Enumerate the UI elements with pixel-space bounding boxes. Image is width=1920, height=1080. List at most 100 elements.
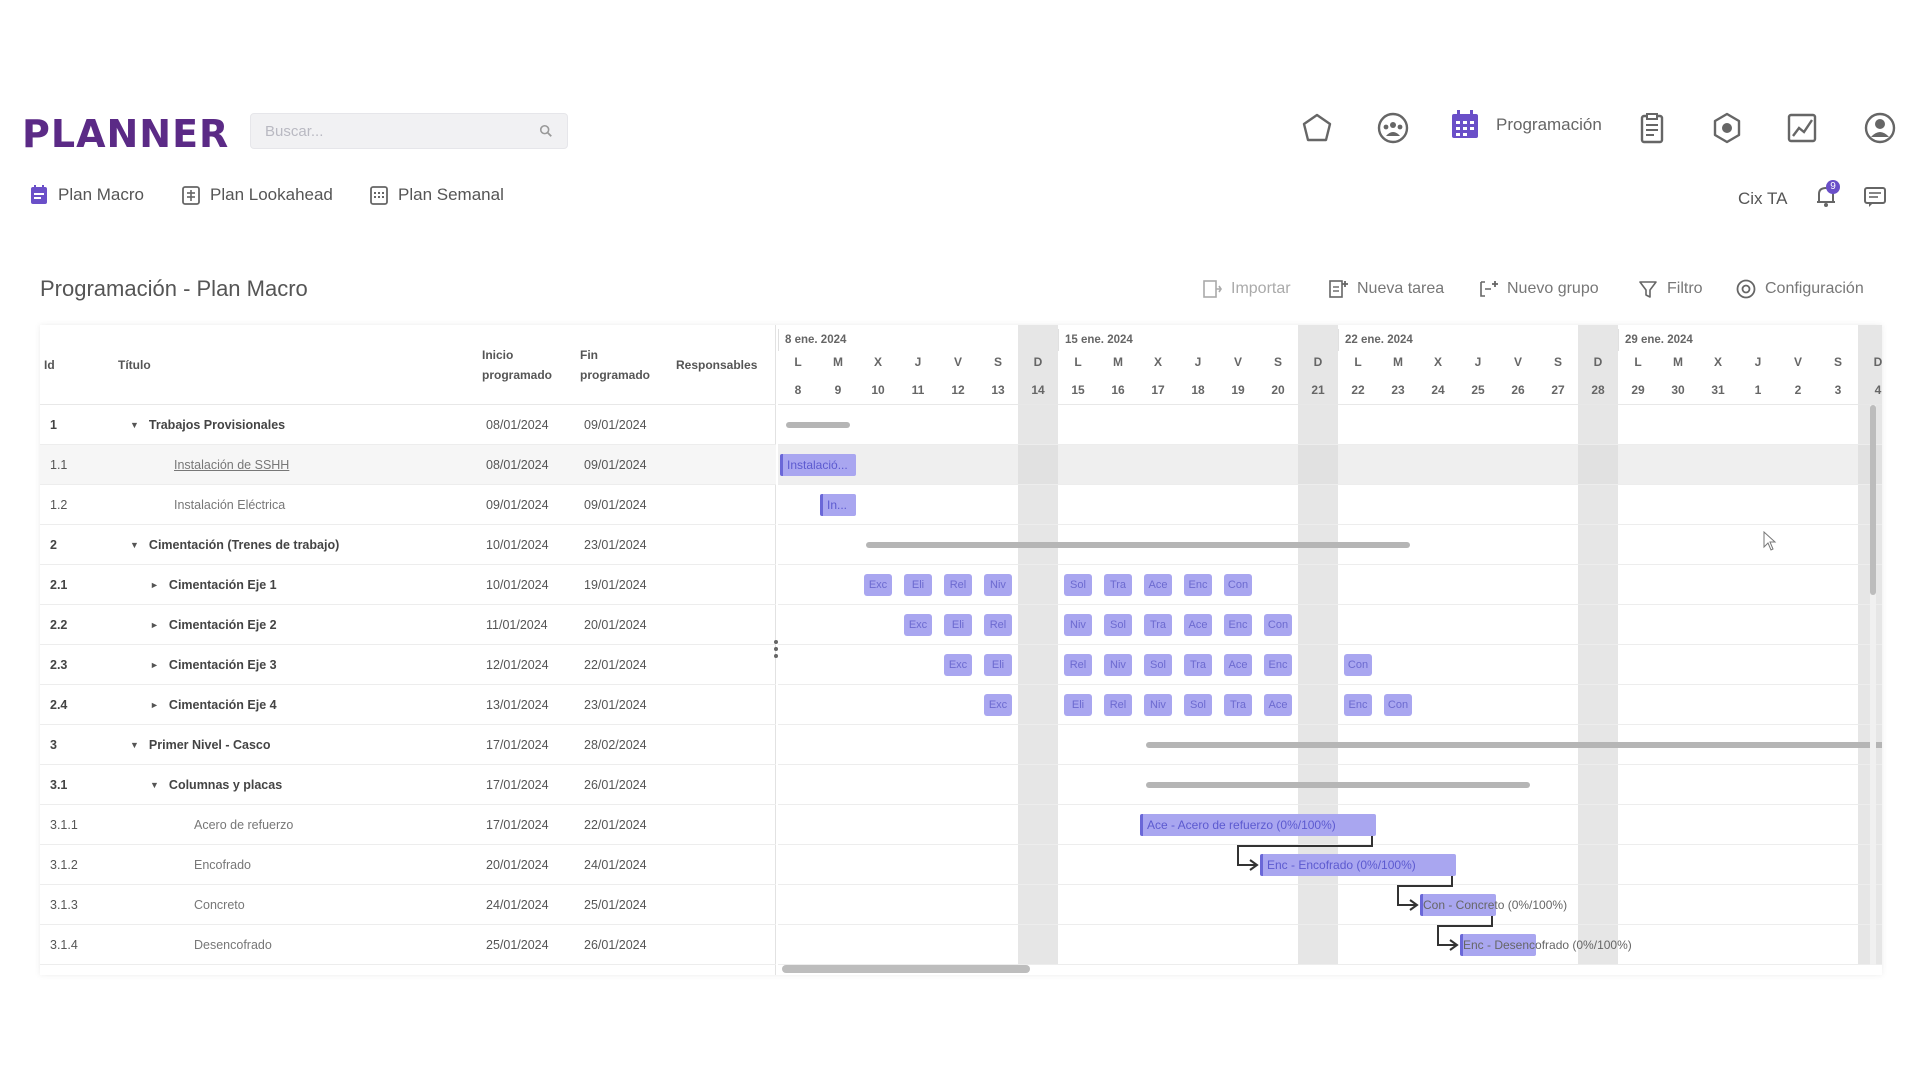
table-row[interactable]: 2.2 ► Cimentación Eje 2 11/01/2024 20/01/202… bbox=[40, 605, 776, 645]
collapse-toggle-icon[interactable]: ▼ bbox=[150, 780, 159, 790]
activity-chip[interactable]: Sol bbox=[1104, 614, 1132, 636]
clipboard-icon[interactable] bbox=[1632, 108, 1672, 148]
activity-chip[interactable]: Enc bbox=[1184, 574, 1212, 596]
activity-chip[interactable]: Tra bbox=[1144, 614, 1172, 636]
new-task-button[interactable]: Nueva tarea bbox=[1327, 278, 1444, 300]
activity-chip[interactable]: Niv bbox=[1144, 694, 1172, 716]
activity-chip[interactable]: Ace bbox=[1144, 574, 1172, 596]
vertical-scrollbar-thumb[interactable] bbox=[1870, 405, 1876, 595]
row-title-cell[interactable]: ▼ Primer Nivel - Casco bbox=[130, 725, 271, 765]
activity-chip[interactable]: Rel bbox=[1104, 694, 1132, 716]
table-row[interactable]: 3.1.4 Desencofrado 25/01/2024 26/01/2024 bbox=[40, 925, 776, 965]
activity-chip[interactable]: Con bbox=[1264, 614, 1292, 636]
horizontal-scrollbar[interactable] bbox=[782, 965, 1030, 973]
table-row[interactable]: 2 ▼ Cimentación (Trenes de trabajo) 10/01/2… bbox=[40, 525, 776, 565]
collapse-toggle-icon[interactable]: ▼ bbox=[130, 740, 139, 750]
settings-hex-icon[interactable] bbox=[1707, 108, 1747, 148]
activity-chip[interactable]: Niv bbox=[984, 574, 1012, 596]
task-bar[interactable]: Enc - Encofrado (0%/100%) bbox=[1260, 854, 1456, 876]
task-bar[interactable]: In... bbox=[820, 494, 856, 516]
activity-chip[interactable]: Sol bbox=[1184, 694, 1212, 716]
home-icon[interactable] bbox=[1297, 108, 1337, 148]
chat-icon[interactable] bbox=[1862, 184, 1888, 210]
filter-button[interactable]: Filtro bbox=[1637, 278, 1703, 300]
activity-chip[interactable]: Niv bbox=[1064, 614, 1092, 636]
activity-chip[interactable]: Rel bbox=[944, 574, 972, 596]
activity-chip[interactable]: Tra bbox=[1224, 694, 1252, 716]
activity-chip[interactable]: Rel bbox=[984, 614, 1012, 636]
row-title-cell[interactable]: ► Cimentación Eje 2 bbox=[150, 605, 277, 645]
activity-chip[interactable]: Sol bbox=[1064, 574, 1092, 596]
table-row[interactable]: 3 ▼ Primer Nivel - Casco 17/01/2024 28/02/20… bbox=[40, 725, 776, 765]
row-title-cell[interactable]: ▼ Trabajos Provisionales bbox=[130, 405, 285, 445]
table-row[interactable]: 3.1 ▼ Columnas y placas 17/01/2024 26/01/202… bbox=[40, 765, 776, 805]
activity-chip[interactable]: Ace bbox=[1224, 654, 1252, 676]
chart-icon[interactable] bbox=[1782, 108, 1822, 148]
activity-chip[interactable]: Rel bbox=[1064, 654, 1092, 676]
activity-chip[interactable]: Ace bbox=[1264, 694, 1292, 716]
summary-bar-2[interactable] bbox=[866, 542, 1410, 548]
app-logo[interactable]: PLANNER bbox=[22, 112, 229, 156]
import-button[interactable]: Importar bbox=[1201, 278, 1291, 300]
row-title-cell[interactable]: ▼ Columnas y placas bbox=[150, 765, 282, 805]
search-icon[interactable] bbox=[539, 124, 553, 138]
col-id-header[interactable]: Id bbox=[44, 325, 55, 405]
activity-chip[interactable]: Con bbox=[1384, 694, 1412, 716]
activity-chip[interactable]: Eli bbox=[984, 654, 1012, 676]
notifications-bell-icon[interactable]: 9 bbox=[1812, 180, 1840, 210]
activity-chip[interactable]: Con bbox=[1344, 654, 1372, 676]
activity-chip[interactable]: Sol bbox=[1144, 654, 1172, 676]
row-title[interactable]: Instalación de SSHH bbox=[174, 458, 289, 472]
collapse-toggle-icon[interactable]: ▼ bbox=[130, 420, 139, 430]
row-title-cell[interactable]: Acero de refuerzo bbox=[194, 805, 293, 845]
activity-chip[interactable]: Con bbox=[1224, 574, 1252, 596]
row-title-cell[interactable]: Instalación Eléctrica bbox=[174, 485, 285, 525]
table-row[interactable]: 3.1.3 Concreto 24/01/2024 25/01/2024 bbox=[40, 885, 776, 925]
row-title-cell[interactable]: Encofrado bbox=[194, 845, 251, 885]
row-title-cell[interactable]: ► Cimentación Eje 3 bbox=[150, 645, 277, 685]
task-bar[interactable]: Instalació... bbox=[780, 454, 856, 476]
activity-chip[interactable]: Exc bbox=[864, 574, 892, 596]
summary-bar-1[interactable] bbox=[786, 422, 850, 428]
expand-toggle-icon[interactable]: ► bbox=[150, 580, 159, 590]
activity-chip[interactable]: Exc bbox=[904, 614, 932, 636]
col-resp-header[interactable]: Responsables bbox=[676, 325, 757, 405]
row-title-cell[interactable]: ▼ Cimentación (Trenes de trabajo) bbox=[130, 525, 339, 565]
row-title-cell[interactable]: Instalación de SSHH bbox=[174, 445, 289, 485]
activity-chip[interactable]: Niv bbox=[1104, 654, 1132, 676]
activity-chip[interactable]: Enc bbox=[1224, 614, 1252, 636]
config-button[interactable]: Configuración bbox=[1735, 278, 1864, 300]
activity-chip[interactable]: Enc bbox=[1264, 654, 1292, 676]
table-row[interactable]: 3.1.1 Acero de refuerzo 17/01/2024 22/01/20… bbox=[40, 805, 776, 845]
task-bar[interactable]: Ace - Acero de refuerzo (0%/100%) bbox=[1140, 814, 1376, 836]
table-row[interactable]: 2.3 ► Cimentación Eje 3 12/01/2024 22/01/202… bbox=[40, 645, 776, 685]
activity-chip[interactable]: Enc bbox=[1344, 694, 1372, 716]
column-resize-handle[interactable] bbox=[774, 640, 778, 660]
new-group-button[interactable]: Nuevo grupo bbox=[1477, 278, 1599, 300]
col-title-header[interactable]: Título bbox=[118, 325, 151, 405]
search-input[interactable]: Buscar... bbox=[265, 123, 539, 140]
row-title-cell[interactable]: ► Cimentación Eje 1 bbox=[150, 565, 277, 605]
vertical-scrollbar[interactable] bbox=[1870, 405, 1876, 965]
collapse-toggle-icon[interactable]: ▼ bbox=[130, 540, 139, 550]
row-title-cell[interactable]: Desencofrado bbox=[194, 925, 272, 965]
tab-plan-macro[interactable]: Plan Macro bbox=[28, 184, 144, 206]
nav-programacion[interactable]: Programación bbox=[1448, 108, 1602, 142]
table-row[interactable]: 2.4 ► Cimentación Eje 4 13/01/2024 23/01/202… bbox=[40, 685, 776, 725]
activity-chip[interactable]: Ace bbox=[1184, 614, 1212, 636]
table-row[interactable]: 1.1 Instalación de SSHH 08/01/2024 09/01/20… bbox=[40, 445, 776, 485]
activity-chip[interactable]: Exc bbox=[944, 654, 972, 676]
col-start-header[interactable]: Inicio programado bbox=[482, 325, 552, 405]
tab-plan-semanal[interactable]: Plan Semanal bbox=[368, 184, 504, 206]
expand-toggle-icon[interactable]: ► bbox=[150, 620, 159, 630]
tab-plan-lookahead[interactable]: Plan Lookahead bbox=[180, 184, 333, 206]
activity-chip[interactable]: Tra bbox=[1184, 654, 1212, 676]
user-profile-icon[interactable] bbox=[1860, 108, 1900, 148]
table-row[interactable]: 1 ▼ Trabajos Provisionales 08/01/2024 09/01/… bbox=[40, 405, 776, 445]
summary-bar-3[interactable] bbox=[1146, 742, 1882, 748]
table-row[interactable]: 1.2 Instalación Eléctrica 09/01/2024 09/01/… bbox=[40, 485, 776, 525]
user-name[interactable]: Cix TA bbox=[1738, 189, 1787, 209]
col-end-header[interactable]: Fin programado bbox=[580, 325, 650, 405]
expand-toggle-icon[interactable]: ► bbox=[150, 700, 159, 710]
row-title-cell[interactable]: ► Cimentación Eje 4 bbox=[150, 685, 277, 725]
